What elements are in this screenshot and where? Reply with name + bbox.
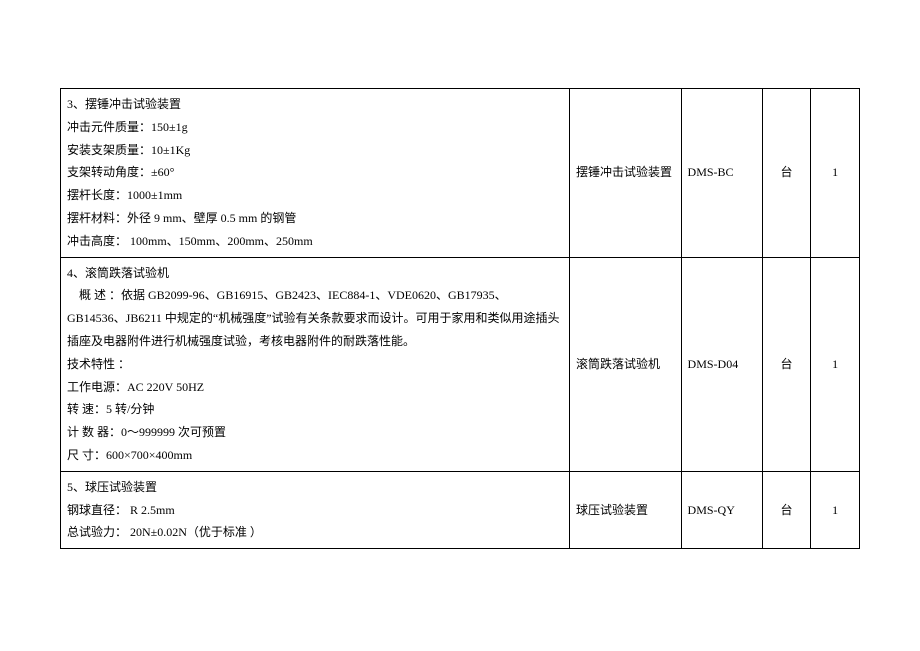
desc-line: 概 述 ：依据 GB2099-96、GB16915、GB2423、IEC884-… <box>67 284 563 352</box>
table-row: 4、滚筒跌落试验机 概 述 ：依据 GB2099-96、GB16915、GB24… <box>61 257 860 471</box>
desc-line: 总试验力： 20N±0.02N（优于标准 ） <box>67 521 563 544</box>
desc-line: 转 速：5 转/分钟 <box>67 398 563 421</box>
desc-line: 安装支架质量：10±1Kg <box>67 139 563 162</box>
unit-cell: 台 <box>762 257 811 471</box>
desc-line: 钢球直径： R 2.5mm <box>67 499 563 522</box>
model-cell: DMS-QY <box>681 471 762 548</box>
desc-line: 3、摆锤冲击试验装置 <box>67 93 563 116</box>
unit-cell: 台 <box>762 471 811 548</box>
desc-line: 冲击元件质量：150±1g <box>67 116 563 139</box>
model-cell: DMS-BC <box>681 89 762 258</box>
desc-line: 技术特性 ： <box>67 353 563 376</box>
name-cell: 摆锤冲击试验装置 <box>570 89 682 258</box>
qty-cell: 1 <box>811 257 860 471</box>
desc-line: 5、球压试验装置 <box>67 476 563 499</box>
desc-cell: 3、摆锤冲击试验装置 冲击元件质量：150±1g 安装支架质量：10±1Kg 支… <box>61 89 570 258</box>
name-cell: 球压试验装置 <box>570 471 682 548</box>
desc-cell: 4、滚筒跌落试验机 概 述 ：依据 GB2099-96、GB16915、GB24… <box>61 257 570 471</box>
desc-line: 4、滚筒跌落试验机 <box>67 262 563 285</box>
name-cell: 滚筒跌落试验机 <box>570 257 682 471</box>
table-row: 3、摆锤冲击试验装置 冲击元件质量：150±1g 安装支架质量：10±1Kg 支… <box>61 89 860 258</box>
desc-line: 冲击高度： 100mm、150mm、200mm、250mm <box>67 230 563 253</box>
desc-line: 摆杆材料：外径 9 mm、壁厚 0.5 mm 的钢管 <box>67 207 563 230</box>
qty-cell: 1 <box>811 471 860 548</box>
desc-line: 摆杆长度：1000±1mm <box>67 184 563 207</box>
qty-cell: 1 <box>811 89 860 258</box>
model-cell: DMS-D04 <box>681 257 762 471</box>
desc-line: 支架转动角度：±60° <box>67 161 563 184</box>
unit-cell: 台 <box>762 89 811 258</box>
desc-line: 尺 寸：600×700×400mm <box>67 444 563 467</box>
table-row: 5、球压试验装置 钢球直径： R 2.5mm 总试验力： 20N±0.02N（优… <box>61 471 860 548</box>
desc-line: 计 数 器：0～999999 次可预置 <box>67 421 563 444</box>
desc-cell: 5、球压试验装置 钢球直径： R 2.5mm 总试验力： 20N±0.02N（优… <box>61 471 570 548</box>
spec-table: 3、摆锤冲击试验装置 冲击元件质量：150±1g 安装支架质量：10±1Kg 支… <box>60 88 860 549</box>
desc-line: 工作电源：AC 220V 50HZ <box>67 376 563 399</box>
